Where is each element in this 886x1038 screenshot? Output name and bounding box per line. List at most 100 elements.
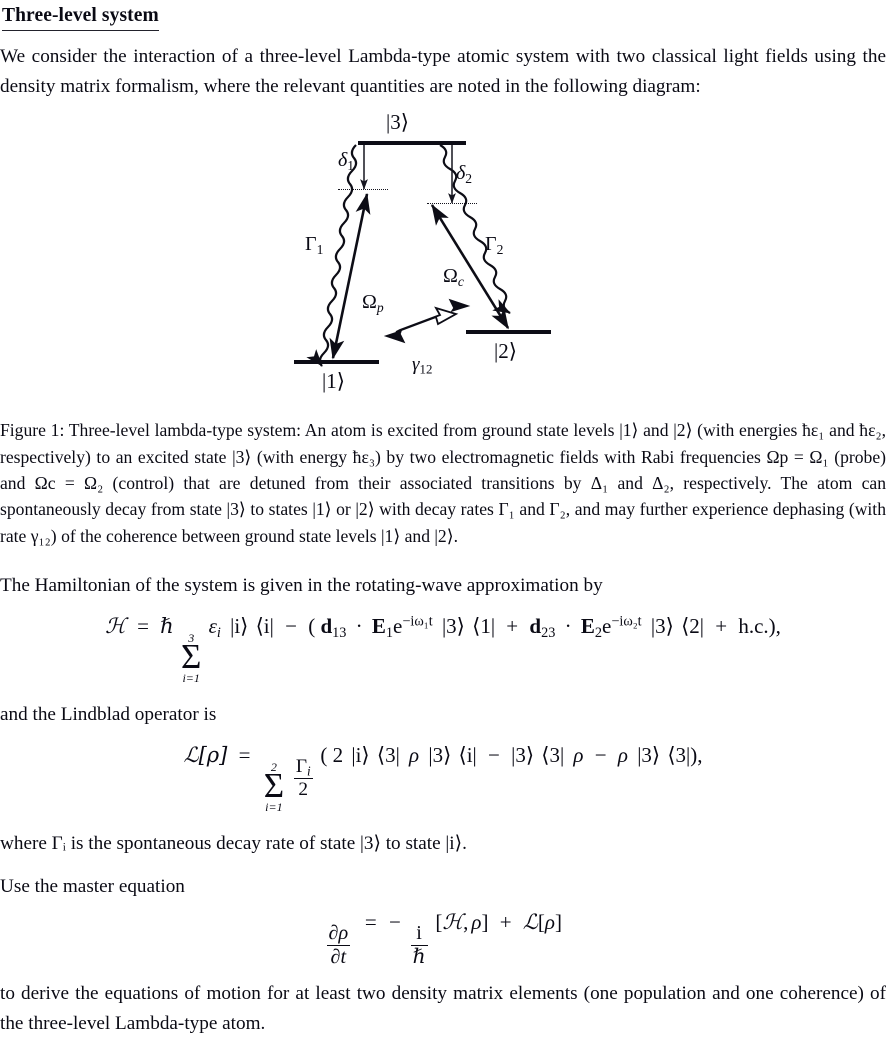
level-diagram-figure: |3⟩ |1⟩ |2⟩ δ1 δ2 Γ1 Γ2 Ωp Ωc γ12 — [0, 105, 886, 405]
dot-product-2: · — [564, 614, 572, 639]
epsilon-subscript: i — [216, 625, 221, 642]
level-bar-3 — [358, 141, 466, 145]
fraction-denominator: 2 — [293, 778, 313, 801]
level-label-3: |3⟩ — [386, 110, 409, 135]
fraction-numerator: Γi — [294, 755, 313, 779]
lindblad-sigma-glyph: Σ — [263, 766, 285, 806]
rho-symbol-a: ρ — [409, 743, 420, 768]
master-plus: + — [499, 909, 512, 934]
gamma-1-symbol: Γ — [305, 233, 317, 256]
d13-subscript: 13 — [332, 625, 347, 642]
omega-c-symbol: Ω — [443, 265, 458, 288]
lindblad-open-paren: ( — [320, 743, 328, 768]
lindblad-ket-3-a: |3⟩ — [428, 743, 452, 768]
diagram-vector-layer — [306, 143, 511, 368]
exp-base-2: e — [601, 614, 612, 639]
sigma-glyph: Σ — [181, 637, 202, 677]
i-numerator: i — [416, 921, 422, 944]
hamiltonian-lead-text: The Hamiltonian of the system is given i… — [0, 574, 603, 596]
omega-p-label: Ωp — [362, 291, 384, 314]
commutator-close-bracket: ] — [481, 909, 489, 934]
equation-master: ∂ρ ∂t = − i ℏ [ℋ, ρ] + ℒ[ρ] — [0, 910, 886, 969]
bra-2: ⟨2| — [681, 614, 704, 639]
gamma-12-subscript: 12 — [419, 362, 433, 377]
dipole-d13: d — [320, 614, 333, 639]
lindblad-minus-1: − — [488, 743, 500, 768]
lindblad-minus-2: − — [594, 743, 607, 768]
hamiltonian-plus-2: + — [715, 614, 728, 639]
rho-symbol-c: ρ — [617, 743, 628, 768]
level-label-2: |2⟩ — [494, 339, 517, 364]
master-lindblad-symbol: ℒ — [522, 909, 538, 934]
level-bar-2 — [466, 330, 551, 334]
hamiltonian-minus: − — [285, 614, 297, 639]
lindblad-symbol: ℒ[ρ] — [183, 743, 228, 768]
delta-2-label: δ2 — [456, 162, 472, 185]
rho-symbol-b: ρ — [573, 743, 584, 768]
t-symbol: t — [340, 946, 347, 969]
hamiltonian-open-paren: ( — [308, 614, 316, 639]
lindblad-ket-3-c: |3⟩ — [637, 743, 661, 768]
lindblad-summation: 2 Σ i=1 — [264, 761, 284, 813]
gamma-12-symbol: γ — [412, 354, 420, 376]
document-page: Three-level system We consider the inter… — [0, 0, 886, 1034]
gamma-2-label: Γ2 — [485, 233, 503, 256]
lindblad-equals: = — [238, 743, 251, 768]
level-label-1: |1⟩ — [322, 369, 345, 394]
delta-1-subscript: 1 — [347, 158, 355, 174]
lindblad-sum-lower: i=1 — [265, 799, 283, 814]
hamiltonian-summation: 3 Σ i=1 — [181, 632, 201, 684]
commutator-hamiltonian: ℋ — [442, 909, 464, 934]
partial-derivative-fraction: ∂ρ ∂t — [326, 921, 351, 970]
hermitian-conjugate: h.c. — [738, 614, 769, 639]
lindblad-bra-3-a: ⟨3| — [376, 743, 400, 768]
gamma-i-subscript: i — [306, 763, 311, 779]
i-over-hbar-fraction: i ℏ — [410, 921, 428, 970]
lindblad-ket-3-b: |3⟩ — [511, 743, 535, 768]
equation-lindblad: ℒ[ρ] = 2 Σ i=1 Γi 2 ( 2 |i⟩ ⟨3| ρ |3⟩ ⟨i… — [0, 743, 886, 813]
master-lindblad-close: ] — [555, 909, 562, 934]
partial-symbol-num: ∂ — [328, 921, 339, 944]
lindblad-bra-3-c: ⟨3| — [667, 743, 691, 768]
level-bar-1 — [294, 360, 379, 364]
figure-caption: Figure 1: Three-level lambda-type system… — [0, 420, 886, 546]
rho-symbol-num: ρ — [338, 921, 349, 944]
sum-lower-limit: i=1 — [182, 670, 200, 685]
d23-subscript: 23 — [541, 625, 556, 642]
virtual-level-dash-2 — [427, 203, 477, 205]
ket-i: |i⟩ — [230, 614, 249, 639]
lindblad-bra-i: ⟨i| — [458, 743, 477, 768]
hamiltonian-equals: = — [137, 614, 149, 639]
gamma-2-subscript: 2 — [496, 242, 504, 258]
hamiltonian-symbol: ℋ — [105, 614, 126, 639]
gamma-2-symbol: Γ — [485, 233, 497, 256]
dot-product-1: · — [355, 614, 363, 639]
E2-subscript: 2 — [594, 625, 602, 642]
lindblad-lead-text: and the Lindblad operator is — [0, 703, 217, 725]
dipole-d23: d — [529, 614, 542, 639]
gamma-12-dephasing-arrow — [383, 299, 471, 344]
exp-arg-2: −iω₂t — [611, 613, 642, 630]
epsilon-symbol: ε — [208, 614, 217, 639]
master-lead-text: Use the master equation — [0, 876, 185, 898]
gamma-i-symbol: Γ — [295, 755, 307, 777]
intro-paragraph: We consider the interaction of a three-l… — [0, 46, 886, 97]
equation-hamiltonian: ℋ = ℏ 3 Σ i=1 εi |i⟩ ⟨i| − ( d13 · E1e−i… — [0, 614, 886, 684]
ket-3-b: |3⟩ — [650, 614, 674, 639]
gamma-over-two-fraction: Γi 2 — [293, 755, 313, 802]
master-minus: − — [389, 909, 401, 934]
ket-3-a: |3⟩ — [441, 614, 465, 639]
lindblad-ket-i: |i⟩ — [351, 743, 370, 768]
field-E1: E — [371, 614, 386, 639]
hamiltonian-plus: + — [506, 614, 519, 639]
E1-subscript: 1 — [385, 625, 394, 642]
omega-c-label: Ωc — [443, 265, 464, 288]
task-paragraph: to derive the equations of motion for at… — [0, 983, 886, 1034]
field-E2: E — [580, 614, 595, 639]
hbar-denominator: ℏ — [410, 945, 428, 969]
lindblad-factor-two: 2 — [332, 743, 344, 768]
hamiltonian-comma: , — [775, 614, 781, 639]
delta-2-subscript: 2 — [465, 171, 473, 187]
hbar-symbol: ℏ — [160, 614, 174, 639]
commutator-comma: , — [463, 909, 469, 934]
